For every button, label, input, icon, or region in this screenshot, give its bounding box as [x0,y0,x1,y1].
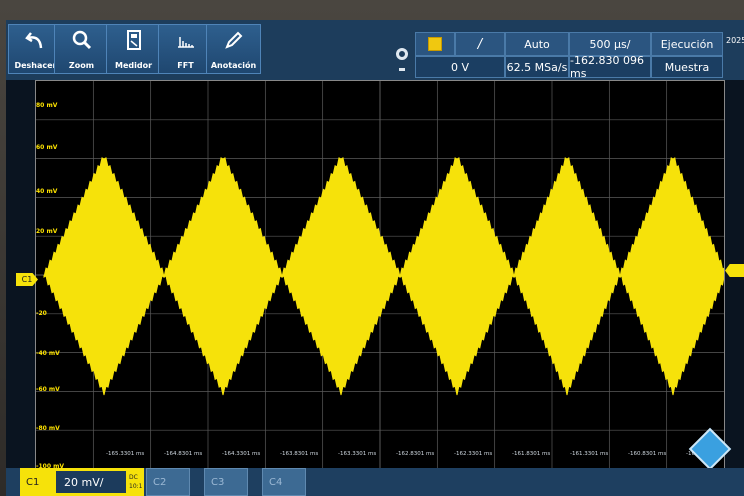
trigger-square-icon [428,37,442,51]
waveform-lobe [619,157,724,396]
annotation-label: Anotación [210,61,257,70]
top-toolbar: Deshacer Zoom Medidor FFT Anotación / 0 … [6,20,744,80]
zoom-button[interactable]: Zoom [54,24,109,74]
fft-button[interactable]: FFT [158,24,213,74]
date-label: 2025- [726,36,744,45]
run-state-value: Ejecución [660,37,714,51]
trigger-level-field[interactable]: 0 V [415,56,505,78]
meter-icon [126,30,141,50]
run-state-button[interactable]: Ejecución [651,32,723,56]
channel-c3-name: C3 [211,476,225,488]
channel-c3-tile[interactable]: C3 [204,468,248,496]
trigger-source-button[interactable] [415,32,455,56]
time-tick-label: -160.8301 ms [628,451,667,457]
time-tick-label: -164.3301 ms [222,451,261,457]
time-tick-label: -163.8301 ms [280,451,319,457]
trigger-edge-button[interactable]: / [455,32,505,56]
oscilloscope-screen: Deshacer Zoom Medidor FFT Anotación / 0 … [6,20,744,496]
rising-edge-icon: / [477,36,483,52]
time-tick-label: -165.3301 ms [106,451,145,457]
coupling-value: DC [129,474,138,481]
trigger-mode-button[interactable]: Auto [505,32,569,56]
sample-rate-field: 62.5 MSa/s [505,56,569,78]
sample-rate-value: 62.5 MSa/s [506,60,568,74]
undo-icon [24,32,42,49]
waveform-lobe [281,157,401,396]
trigger-level-value: 0 V [450,60,470,74]
y-scale-label: -40 mV [36,350,60,357]
channel-c4-name: C4 [269,476,283,488]
y-scale-label: 40 mV [36,188,58,195]
channel-c2-tile[interactable]: C2 [146,468,190,496]
channel-c1-name: C1 [26,476,40,488]
pencil-icon [224,31,242,49]
trigger-level-marker[interactable] [725,264,744,277]
waveform-lobe [513,157,621,396]
time-tick-label: -161.3301 ms [570,451,609,457]
horizontal-position-value: -162.830 096 ms [570,54,644,80]
y-scale-label: 80 mV [36,102,58,109]
channel-bar: C1 20 mV/ DC 10:1 C2 C3 C4 [6,468,744,496]
channel-c1-tile[interactable]: C1 20 mV/ DC 10:1 [20,468,144,496]
time-tick-label: -163.3301 ms [338,451,377,457]
fft-label: FFT [177,61,194,70]
acquisition-mode-button[interactable]: Muestra [651,56,723,78]
y-scale-label: 60 mV [36,144,58,151]
trigger-mode-value: Auto [524,37,550,51]
probe-ratio: 10:1 [129,483,143,490]
waveform-lobe [399,157,515,396]
channel-c2-name: C2 [153,476,167,488]
annotation-button[interactable]: Anotación [206,24,261,74]
channel-c4-tile[interactable]: C4 [262,468,306,496]
time-tick-label: -164.8301 ms [164,451,203,457]
timebase-button[interactable]: 500 µs/ [569,32,651,56]
channel-c1-scale: 20 mV/ [56,471,126,493]
time-tick-label: -162.8301 ms [396,451,435,457]
y-scale-label: -60 mV [36,386,60,393]
time-tick-label: -161.8301 ms [512,451,551,457]
acquisition-mode-value: Muestra [664,60,710,74]
meter-label: Medidor [114,61,153,70]
meter-button[interactable]: Medidor [106,24,161,74]
y-scale-label: -20 [36,310,47,317]
y-scale-label: -80 mV [36,425,60,432]
settings-dropdown-icon [399,68,405,71]
fft-icon [177,37,194,48]
channel-c1-coupling: DC 10:1 [126,473,142,491]
time-tick-label: -162.3301 ms [454,451,493,457]
graticule [36,81,724,469]
settings-gear-icon[interactable] [396,48,408,60]
magnifier-icon [72,30,91,50]
horizontal-position-field[interactable]: -162.830 096 ms [569,54,651,80]
y-scale-label: 20 mV [36,228,58,235]
waveform-lobe [163,157,283,396]
timebase-value: 500 µs/ [589,37,631,51]
waveform-plot-area[interactable] [35,80,725,470]
c1-marker-label: C1 [21,275,33,284]
waveform-lobe [43,157,165,396]
zoom-label: Zoom [68,61,95,70]
